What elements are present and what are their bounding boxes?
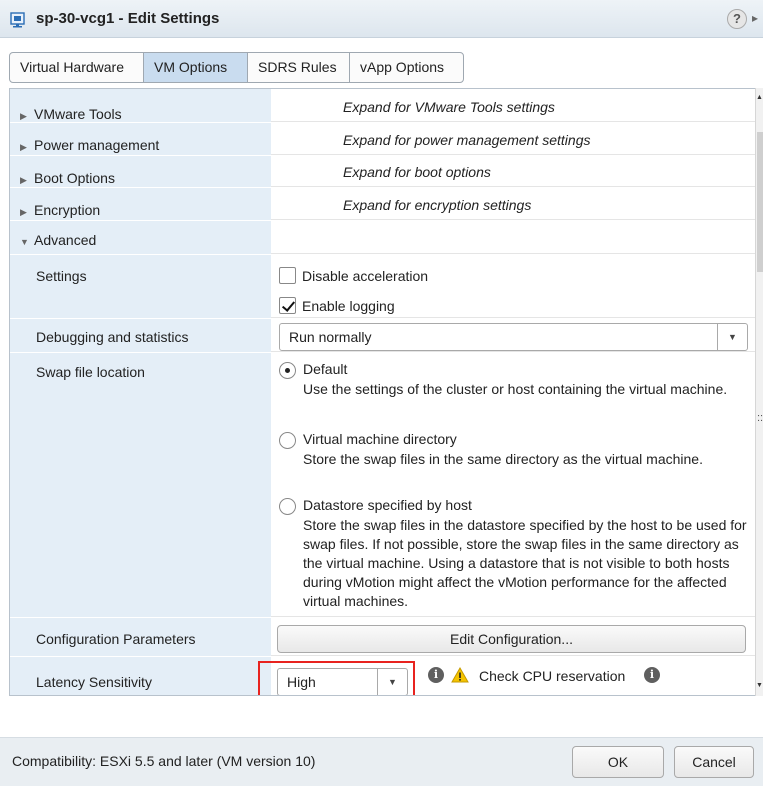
- swap-option-datastore[interactable]: Datastore specified by host Store the sw…: [279, 497, 749, 615]
- warning-icon: [451, 667, 469, 683]
- row-value: Disable acceleration Enable logging: [271, 255, 755, 318]
- enable-logging-option[interactable]: Enable logging: [279, 297, 395, 314]
- radio-title: Virtual machine directory: [303, 431, 457, 447]
- edit-configuration-button[interactable]: Edit Configuration...: [277, 625, 746, 653]
- select-value: Run normally: [289, 329, 372, 345]
- cancel-button[interactable]: Cancel: [674, 746, 754, 778]
- help-icon[interactable]: ?: [727, 9, 747, 29]
- radio-title: Datastore specified by host: [303, 497, 472, 513]
- radio-description: Use the settings of the cluster or host …: [303, 381, 728, 397]
- tab-vm-options[interactable]: VM Options: [143, 52, 248, 83]
- radio-vm-directory[interactable]: [279, 432, 296, 449]
- row-label: Latency Sensitivity: [36, 674, 152, 690]
- row-value: Default Use the settings of the cluster …: [271, 353, 755, 617]
- row-vmware-tools[interactable]: ▶ VMware Tools Expand for VMware Tools se…: [10, 89, 755, 123]
- scroll-down-icon[interactable]: ▼: [756, 682, 763, 689]
- triangle-right-icon: ▶: [20, 207, 27, 217]
- row-debugging: Debugging and statistics Run normally ▼: [10, 319, 755, 353]
- row-value: High ▼ i Check CPU reservation i: [258, 657, 755, 695]
- ok-button[interactable]: OK: [572, 746, 664, 778]
- disable-acceleration-checkbox[interactable]: [279, 267, 296, 284]
- triangle-right-icon: ▶: [20, 111, 27, 121]
- chevron-down-icon[interactable]: ▼: [377, 669, 407, 695]
- tab-bar: Virtual Hardware VM Options SDRS Rules v…: [9, 52, 464, 83]
- row-value: Edit Configuration...: [271, 618, 755, 656]
- disable-acceleration-option[interactable]: Disable acceleration: [279, 267, 428, 284]
- enable-logging-checkbox[interactable]: [279, 297, 296, 314]
- info-icon[interactable]: i: [428, 667, 444, 683]
- checkbox-label: Enable logging: [302, 297, 395, 314]
- select-value: High: [287, 674, 316, 690]
- row-label: Settings: [36, 268, 87, 284]
- triangle-right-icon: ▶: [20, 175, 27, 185]
- window-title: sp-30-vcg1 - Edit Settings: [36, 10, 220, 27]
- row-latency-sensitivity: Latency Sensitivity High ▼ i Check CPU r…: [10, 657, 755, 695]
- row-label: ▶ Encryption: [20, 202, 101, 218]
- checkbox-label: Disable acceleration: [302, 267, 429, 284]
- title-bar: sp-30-vcg1 - Edit Settings ? ▸: [0, 0, 763, 38]
- row-label: ▶ Power management: [20, 137, 160, 153]
- row-configuration-parameters: Configuration Parameters Edit Configurat…: [10, 618, 755, 657]
- radio-description: Store the swap files in the same directo…: [303, 451, 703, 467]
- settings-grid: ▶ VMware Tools Expand for VMware Tools se…: [9, 88, 755, 696]
- scrollbar[interactable]: ▲ ▼: [755, 88, 763, 696]
- row-label: Swap file location: [36, 364, 145, 380]
- row-power-management[interactable]: ▶ Power management Expand for power manag…: [10, 123, 755, 156]
- debugging-select[interactable]: Run normally ▼: [279, 323, 748, 351]
- expand-hint: Expand for VMware Tools settings: [343, 99, 555, 115]
- row-value: Expand for encryption settings: [271, 188, 755, 220]
- row-advanced[interactable]: ▼ Advanced: [10, 221, 755, 255]
- radio-datastore[interactable]: [279, 498, 296, 515]
- resize-grip-icon[interactable]: ::: [757, 412, 763, 424]
- triangle-down-icon: ▼: [20, 237, 29, 247]
- chevron-down-icon[interactable]: ▼: [717, 324, 747, 350]
- row-value: [271, 221, 755, 254]
- info-icon[interactable]: i: [644, 667, 660, 683]
- warning-text: Check CPU reservation: [479, 668, 626, 684]
- radio-default[interactable]: [279, 362, 296, 379]
- row-swap-file-location: Swap file location Default Use the setti…: [10, 353, 755, 618]
- scroll-thumb[interactable]: [757, 132, 763, 272]
- expand-hint: Expand for boot options: [343, 164, 491, 180]
- scroll-up-icon[interactable]: ▲: [756, 94, 763, 101]
- footer: Compatibility: ESXi 5.5 and later (VM ve…: [0, 737, 763, 786]
- radio-title: Default: [303, 361, 348, 377]
- row-value: Expand for VMware Tools settings: [271, 89, 755, 122]
- row-value: Run normally ▼: [271, 319, 755, 352]
- row-value: Expand for power management settings: [271, 123, 755, 155]
- latency-sensitivity-select[interactable]: High ▼: [277, 668, 408, 695]
- row-label: Debugging and statistics: [36, 329, 189, 345]
- row-value: Expand for boot options: [271, 156, 755, 187]
- more-icon[interactable]: ▸: [752, 11, 758, 25]
- swap-option-vm-directory[interactable]: Virtual machine directory Store the swap…: [279, 431, 749, 493]
- compatibility-text: Compatibility: ESXi 5.5 and later (VM ve…: [12, 753, 316, 769]
- row-settings: Settings Disable acceleration Enable log…: [10, 255, 755, 319]
- tab-vapp-options[interactable]: vApp Options: [349, 52, 464, 83]
- radio-description: Store the swap files in the datastore sp…: [303, 517, 747, 609]
- swap-option-default[interactable]: Default Use the settings of the cluster …: [279, 361, 749, 423]
- row-label: ▶ Boot Options: [20, 170, 115, 186]
- tab-sdrs-rules[interactable]: SDRS Rules: [247, 52, 350, 83]
- expand-hint: Expand for power management settings: [343, 132, 591, 148]
- row-encryption[interactable]: ▶ Encryption Expand for encryption settin…: [10, 188, 755, 221]
- triangle-right-icon: ▶: [20, 142, 27, 152]
- expand-hint: Expand for encryption settings: [343, 197, 532, 213]
- row-boot-options[interactable]: ▶ Boot Options Expand for boot options: [10, 156, 755, 188]
- tab-virtual-hardware[interactable]: Virtual Hardware: [9, 52, 144, 83]
- row-label: ▶ VMware Tools: [20, 106, 122, 122]
- row-label: ▼ Advanced: [20, 232, 97, 248]
- vm-icon: [10, 12, 25, 28]
- row-label: Configuration Parameters: [36, 631, 196, 647]
